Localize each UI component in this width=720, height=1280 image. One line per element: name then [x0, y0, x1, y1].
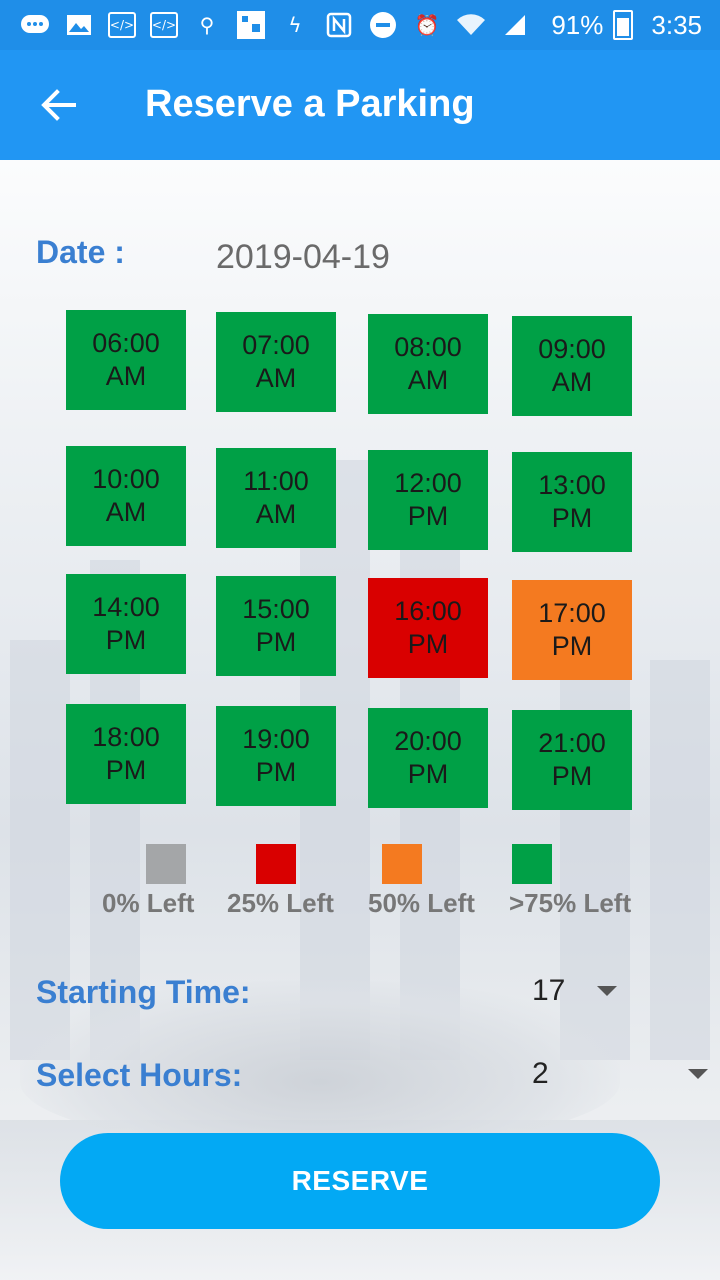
legend-swatch	[512, 844, 552, 884]
time-slot-time: 15:00	[242, 594, 310, 624]
reserve-parking-screen: </> </> ⚲ ϟ ⏰ 91% 3:35 Reserve a Parking…	[0, 0, 720, 1280]
time-slot[interactable]: 11:00 AM	[216, 448, 336, 548]
legend-label: 0% Left	[102, 888, 195, 918]
usb-icon: ⚲	[199, 13, 215, 37]
legend-swatch	[146, 844, 186, 884]
time-slot[interactable]: 08:00 AM	[368, 314, 488, 414]
legend-swatch	[382, 844, 422, 884]
time-slot[interactable]: 17:00 PM	[512, 580, 632, 680]
code-icon: </>	[108, 12, 136, 38]
time-slot-time: 16:00	[394, 596, 462, 626]
time-slot[interactable]: 15:00 PM	[216, 576, 336, 676]
time-slot-period: PM	[105, 755, 147, 785]
dropdown-arrow-icon	[597, 986, 617, 996]
wifi-icon	[456, 12, 486, 38]
time-slot-period: PM	[551, 631, 593, 661]
status-bar: </> </> ⚲ ϟ ⏰ 91% 3:35	[0, 0, 720, 50]
select-hours-label: Select Hours:	[36, 1057, 243, 1093]
alarm-icon: ⏰	[414, 13, 440, 37]
legend-label: >75% Left	[509, 888, 632, 918]
page-title: Reserve a Parking	[145, 83, 475, 125]
chat-icon	[20, 12, 50, 38]
time-slot-period: PM	[407, 501, 449, 531]
qr-icon	[236, 11, 266, 39]
time-slot-time: 06:00	[92, 328, 160, 358]
time-slot-time: 09:00	[538, 334, 606, 364]
arrow-left-icon[interactable]	[36, 83, 80, 127]
time-slot-period: PM	[255, 627, 297, 657]
time-slot[interactable]: 10:00 AM	[66, 446, 186, 546]
time-slot-period: PM	[407, 759, 449, 789]
time-slot-time: 11:00	[243, 466, 309, 496]
time-slot[interactable]: 14:00 PM	[66, 574, 186, 674]
time-slot[interactable]: 19:00 PM	[216, 706, 336, 806]
time-slot[interactable]: 07:00 AM	[216, 312, 336, 412]
app-bar: Reserve a Parking	[0, 50, 720, 160]
starting-time-label: Starting Time:	[36, 974, 251, 1010]
date-value[interactable]: 2019-04-19	[216, 238, 390, 277]
time-slot-time: 17:00	[538, 598, 606, 628]
time-slot-period: PM	[407, 629, 449, 659]
time-slot[interactable]: 06:00 AM	[66, 310, 186, 410]
code-icon: </>	[150, 12, 178, 38]
time-slot-period: PM	[551, 761, 593, 791]
time-slot-period: PM	[105, 625, 147, 655]
select-hours-dropdown[interactable]: 2	[520, 1049, 715, 1099]
time-slot-period: AM	[407, 365, 449, 395]
starting-time-dropdown[interactable]: 17	[520, 966, 630, 1016]
time-slot-time: 10:00	[92, 464, 160, 494]
time-slot[interactable]: 12:00 PM	[368, 450, 488, 550]
time-slot[interactable]: 20:00 PM	[368, 708, 488, 808]
select-hours-value: 2	[532, 1057, 549, 1090]
time-slot[interactable]: 21:00 PM	[512, 710, 632, 810]
time-slot-time: 18:00	[92, 722, 160, 752]
battery-percent: 91%	[551, 9, 604, 40]
reserve-button[interactable]: RESERVE	[60, 1133, 660, 1229]
date-label: Date :	[36, 234, 125, 270]
time-slot-period: AM	[105, 497, 147, 527]
battery-charging-icon	[613, 10, 634, 40]
time-slot-time: 20:00	[394, 726, 462, 756]
legend-label: 25% Left	[227, 888, 334, 918]
legend-label: 50% Left	[368, 888, 475, 918]
legend-swatch	[256, 844, 296, 884]
time-slot-period: PM	[255, 757, 297, 787]
starting-time-value: 17	[532, 974, 566, 1007]
time-slot-period: AM	[255, 499, 297, 529]
time-slot-time: 07:00	[242, 330, 310, 360]
time-slot-time: 12:00	[394, 468, 462, 498]
dropdown-arrow-icon	[688, 1069, 708, 1079]
time-slot[interactable]: 09:00 AM	[512, 316, 632, 416]
image-icon	[64, 12, 94, 38]
time-slot-time: 08:00	[394, 332, 462, 362]
status-time: 3:35	[651, 9, 702, 40]
time-slot-period: PM	[551, 503, 593, 533]
time-slot-time: 13:00	[538, 470, 606, 500]
flash-icon: ϟ	[288, 13, 302, 37]
time-slot[interactable]: 13:00 PM	[512, 452, 632, 552]
signal-icon	[500, 12, 530, 38]
time-slot-time: 19:00	[242, 724, 310, 754]
time-slot-period: AM	[551, 367, 593, 397]
time-slot[interactable]: 18:00 PM	[66, 704, 186, 804]
do-not-disturb-icon	[368, 12, 398, 38]
time-slot[interactable]: 16:00 PM	[368, 578, 488, 678]
time-slot-period: AM	[255, 363, 297, 393]
time-slot-time: 14:00	[92, 592, 160, 622]
time-slot-period: AM	[105, 361, 147, 391]
nfc-icon	[324, 12, 354, 38]
time-slot-time: 21:00	[538, 728, 606, 758]
